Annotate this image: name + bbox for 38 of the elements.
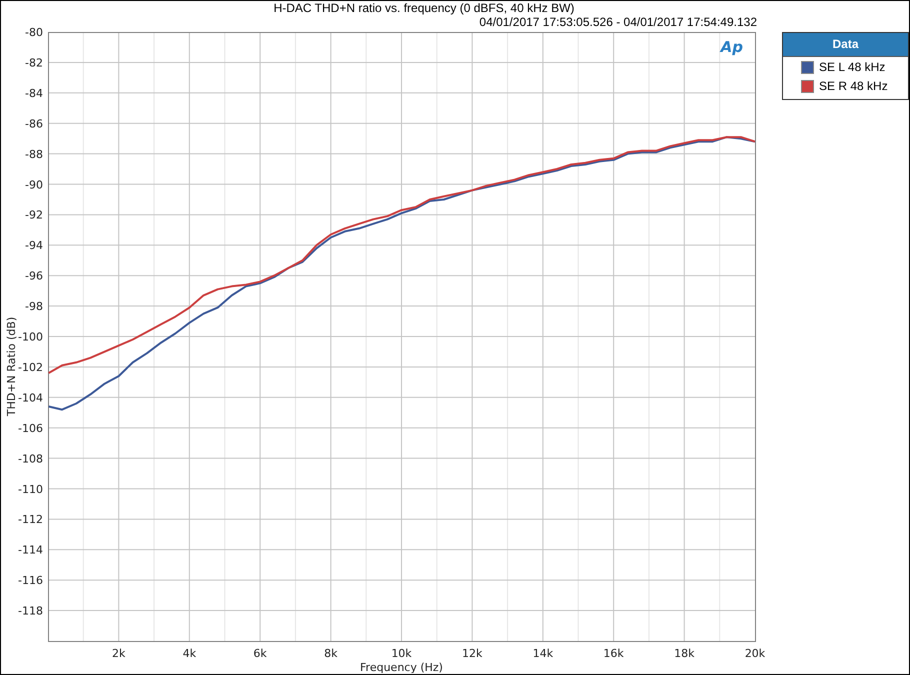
x-tick-label: 8k <box>324 647 338 660</box>
y-tick-label: -102 <box>18 360 43 374</box>
y-tick-label: -104 <box>18 391 43 404</box>
x-tick-label: 2k <box>112 647 126 660</box>
y-tick-label: -112 <box>18 513 43 526</box>
x-tick-label: 16k <box>603 647 624 660</box>
x-axis-title: Frequency (Hz) <box>360 661 443 673</box>
y-tick-label: -96 <box>25 270 43 283</box>
x-tick-label: 4k <box>182 647 196 660</box>
y-tick-label: -108 <box>18 452 43 466</box>
y-tick-label: -92 <box>25 208 43 222</box>
y-tick-label: -86 <box>25 117 43 130</box>
legend-label: SE L 48 kHz <box>819 60 886 74</box>
legend-label: SE R 48 kHz <box>819 79 888 93</box>
y-tick-label: -116 <box>18 574 43 588</box>
y-tick-label: -84 <box>25 86 43 100</box>
y-tick-label: -88 <box>25 148 43 161</box>
y-tick-label: -106 <box>18 422 43 435</box>
x-tick-label: 12k <box>462 647 482 660</box>
y-tick-label: -98 <box>25 300 43 314</box>
y-tick-label: -110 <box>18 482 43 496</box>
logo: Ap <box>720 38 743 56</box>
x-tick-label: 10k <box>391 647 412 660</box>
x-tick-label: 6k <box>253 647 267 660</box>
x-tick-label: 18k <box>674 647 694 660</box>
x-tick-label: 14k <box>532 647 554 660</box>
y-tick-label: -94 <box>25 239 43 252</box>
x-tick-label: 20k <box>744 647 766 660</box>
time-range: 04/01/2017 17:53:05.526 - 04/01/2017 17:54:49.132 <box>479 15 757 29</box>
y-tick-label: -80 <box>25 26 43 39</box>
y-tick-label: -90 <box>25 178 43 192</box>
y-tick-label: -82 <box>25 56 43 70</box>
y-axis-title: THD+N Ratio (dB) <box>5 316 18 416</box>
y-tick-label: -114 <box>18 544 43 557</box>
y-tick-label: -100 <box>18 330 43 344</box>
y-tick-label: -118 <box>18 604 43 618</box>
legend-title: Data <box>783 33 908 57</box>
chart-title: H-DAC THD+N ratio vs. frequency (0 dBFS, 40 kHz BW) <box>272 1 574 15</box>
